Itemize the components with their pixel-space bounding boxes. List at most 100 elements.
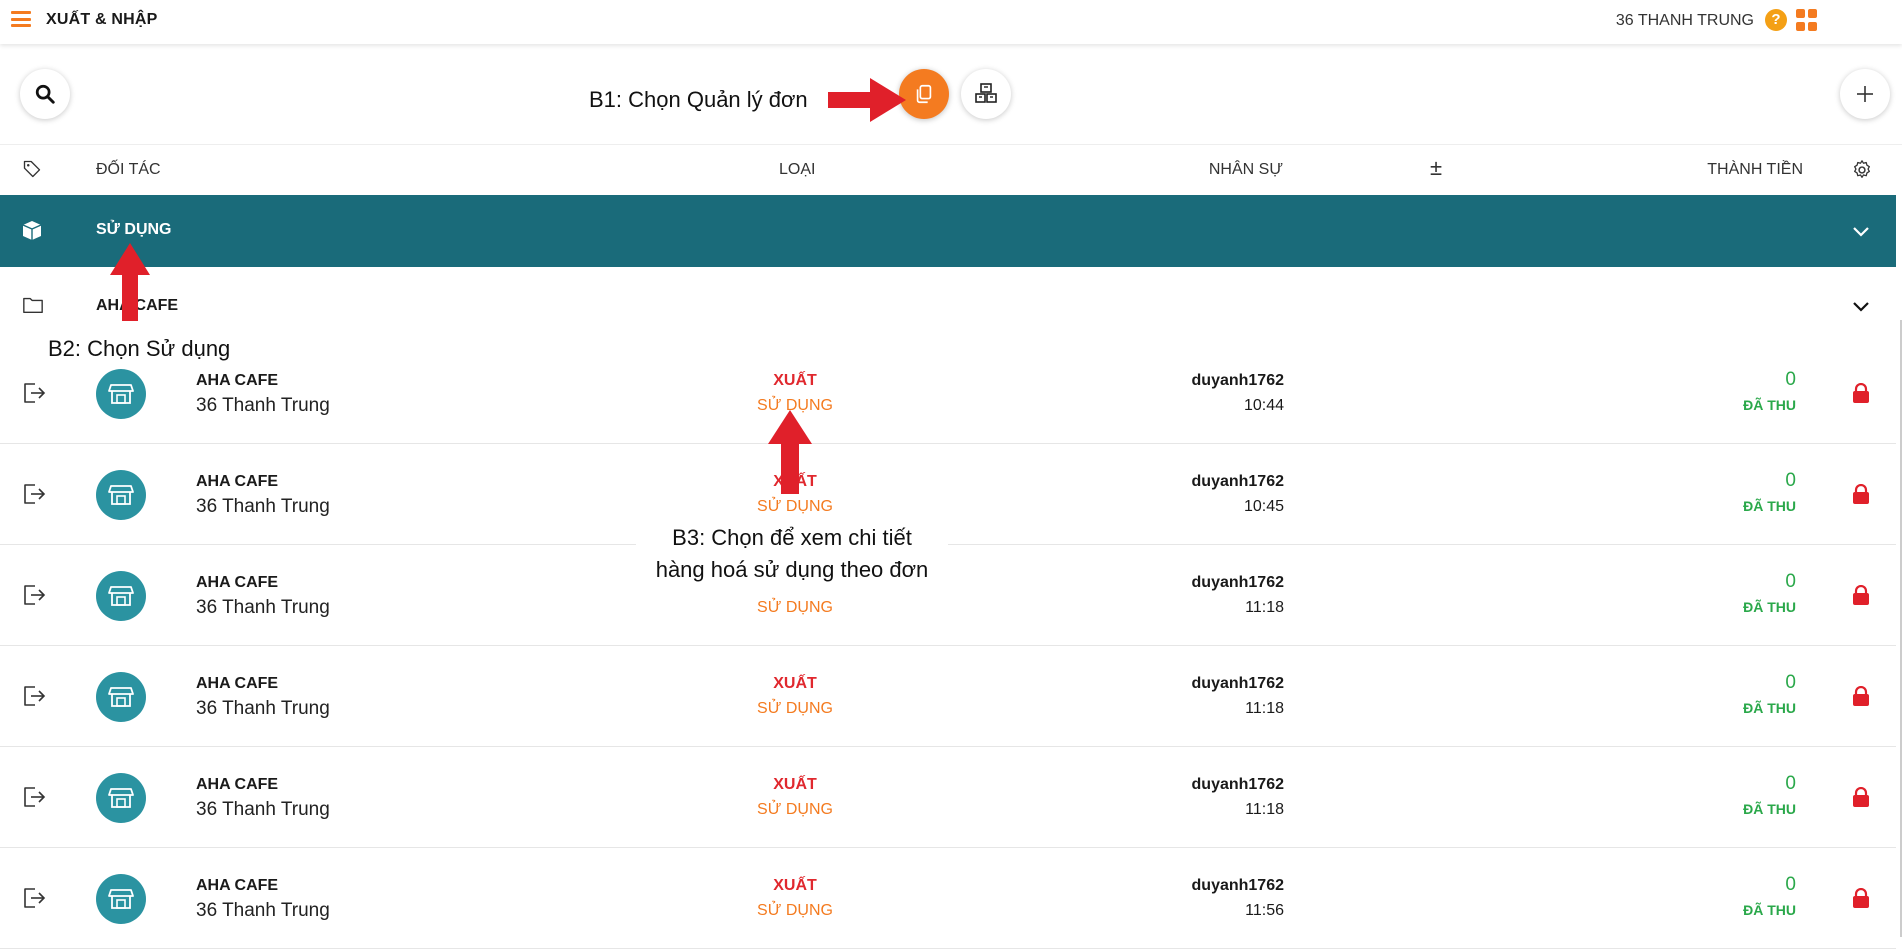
table-header: ĐỐI TÁC LOẠI NHÂN SỰ ± THÀNH TIỀN (0, 144, 1902, 195)
staff-user: duyanh1762 (1191, 675, 1284, 692)
plus-icon (1857, 86, 1873, 102)
staff-user: duyanh1762 (1191, 574, 1284, 591)
annotation-arrow-up (110, 243, 150, 321)
table-row[interactable]: AHA CAFE 36 Thanh Trung XUẤT SỬ DỤNG duy… (0, 343, 1896, 444)
table-row[interactable]: AHA CAFE 36 Thanh Trung XUẤT SỬ DỤNG duy… (0, 747, 1896, 848)
user-name[interactable]: 36 THANH TRUNG (1616, 12, 1754, 30)
lock-icon[interactable] (1852, 483, 1870, 509)
export-icon (22, 685, 46, 712)
help-icon[interactable]: ? (1765, 9, 1787, 31)
status-badge: ĐÃ THU (1743, 700, 1796, 716)
boxes-icon (975, 83, 997, 103)
staff-time: 10:44 (1243, 397, 1284, 414)
boxes-icon (20, 218, 44, 247)
search-icon (35, 84, 55, 104)
export-icon (22, 382, 46, 409)
table-row[interactable]: AHA CAFE 36 Thanh Trung XUẤT SỬ DỤNG duy… (0, 444, 1896, 545)
amount: 0 (1785, 874, 1796, 895)
transaction-subtype: SỬ DỤNG (757, 498, 833, 515)
amount: 0 (1785, 369, 1796, 390)
column-staff[interactable]: NHÂN SỰ (1209, 161, 1283, 179)
transaction-type: XUẤT (773, 877, 817, 894)
export-icon (22, 786, 46, 813)
partner-name: AHA CAFE (196, 877, 279, 894)
annotation-b2: B2: Chọn Sử dụng (34, 334, 245, 364)
branch-name: 36 Thanh Trung (196, 597, 330, 618)
column-total[interactable]: THÀNH TIỀN (1707, 161, 1803, 179)
partner-name: AHA CAFE (196, 675, 279, 692)
staff-time: 11:18 (1245, 599, 1284, 616)
transaction-type: XUẤT (773, 372, 817, 389)
status-badge: ĐÃ THU (1743, 498, 1796, 514)
annotation-b3: B3: Chọn để xem chi tiết hàng hoá sử dụn… (636, 520, 948, 588)
group-label: SỬ DỤNG (96, 221, 172, 238)
branch-name: 36 Thanh Trung (196, 395, 330, 416)
status-badge: ĐÃ THU (1743, 801, 1796, 817)
status-badge: ĐÃ THU (1743, 599, 1796, 615)
column-partner[interactable]: ĐỐI TÁC (96, 161, 161, 179)
store-avatar-icon (96, 470, 146, 520)
order-list: AHA CAFE 36 Thanh Trung XUẤT SỬ DỤNG duy… (0, 343, 1896, 949)
branch-name: 36 Thanh Trung (196, 698, 330, 719)
lock-icon[interactable] (1852, 685, 1870, 711)
table-row[interactable]: AHA CAFE 36 Thanh Trung XUẤT SỬ DỤNG duy… (0, 646, 1896, 747)
staff-user: duyanh1762 (1191, 776, 1284, 793)
chevron-down-icon[interactable] (1851, 221, 1871, 246)
folder-icon (22, 295, 44, 320)
staff-user: duyanh1762 (1191, 372, 1284, 389)
table-row[interactable]: AHA CAFE 36 Thanh Trung XUẤT SỬ DỤNG duy… (0, 545, 1896, 646)
top-bar: XUẤT & NHẬP 36 THANH TRUNG ? (0, 0, 1902, 44)
staff-time: 10:45 (1243, 498, 1284, 515)
transaction-subtype: SỬ DỤNG (757, 902, 833, 919)
transaction-subtype: SỬ DỤNG (757, 801, 833, 818)
annotation-b3-line1: B3: Chọn để xem chi tiết (672, 525, 912, 550)
settings-gear-icon[interactable] (1851, 159, 1873, 186)
annotation-arrow-right (828, 78, 906, 122)
annotation-arrow-up (768, 410, 812, 494)
branch-name: 36 Thanh Trung (196, 496, 330, 517)
staff-time: 11:56 (1245, 902, 1284, 919)
apps-grid-icon[interactable] (1796, 9, 1818, 31)
amount: 0 (1785, 773, 1796, 794)
copy-documents-icon (916, 84, 932, 104)
menu-icon[interactable] (11, 11, 31, 27)
tag-icon[interactable] (22, 159, 42, 184)
branch-name: 36 Thanh Trung (196, 900, 330, 921)
store-avatar-icon (96, 672, 146, 722)
staff-user: duyanh1762 (1191, 877, 1284, 894)
plus-minus-icon[interactable]: ± (1430, 155, 1442, 181)
search-button[interactable] (20, 69, 70, 119)
branch-name: 36 Thanh Trung (196, 799, 330, 820)
transaction-subtype: SỬ DỤNG (757, 599, 833, 616)
export-icon (22, 584, 46, 611)
store-avatar-icon (96, 773, 146, 823)
lock-icon[interactable] (1852, 382, 1870, 408)
store-avatar-icon (96, 874, 146, 924)
lock-icon[interactable] (1852, 887, 1870, 913)
subgroup-partner[interactable]: AHA CAFE (0, 267, 1896, 344)
annotation-b1: B1: Chọn Quản lý đơn (589, 87, 808, 113)
add-button[interactable] (1840, 69, 1890, 119)
toolbar (0, 44, 1902, 144)
amount: 0 (1785, 571, 1796, 592)
partner-name: AHA CAFE (196, 372, 279, 389)
order-management-button[interactable] (899, 69, 949, 119)
staff-time: 11:18 (1245, 700, 1284, 717)
annotation-b3-line2: hàng hoá sử dụng theo đơn (655, 557, 929, 582)
store-avatar-icon (96, 369, 146, 419)
staff-time: 11:18 (1245, 801, 1284, 818)
column-type[interactable]: LOẠI (779, 161, 815, 179)
store-avatar-icon (96, 571, 146, 621)
chevron-down-icon[interactable] (1851, 296, 1871, 321)
transaction-subtype: SỬ DỤNG (757, 700, 833, 717)
transaction-type: XUẤT (773, 776, 817, 793)
lock-icon[interactable] (1852, 584, 1870, 610)
group-usage[interactable]: SỬ DỤNG (0, 195, 1896, 267)
inventory-button[interactable] (961, 69, 1011, 119)
transaction-type: XUẤT (773, 675, 817, 692)
table-row[interactable]: AHA CAFE 36 Thanh Trung XUẤT SỬ DỤNG duy… (0, 848, 1896, 949)
lock-icon[interactable] (1852, 786, 1870, 812)
staff-user: duyanh1762 (1191, 473, 1284, 490)
status-badge: ĐÃ THU (1743, 902, 1796, 918)
export-icon (22, 483, 46, 510)
